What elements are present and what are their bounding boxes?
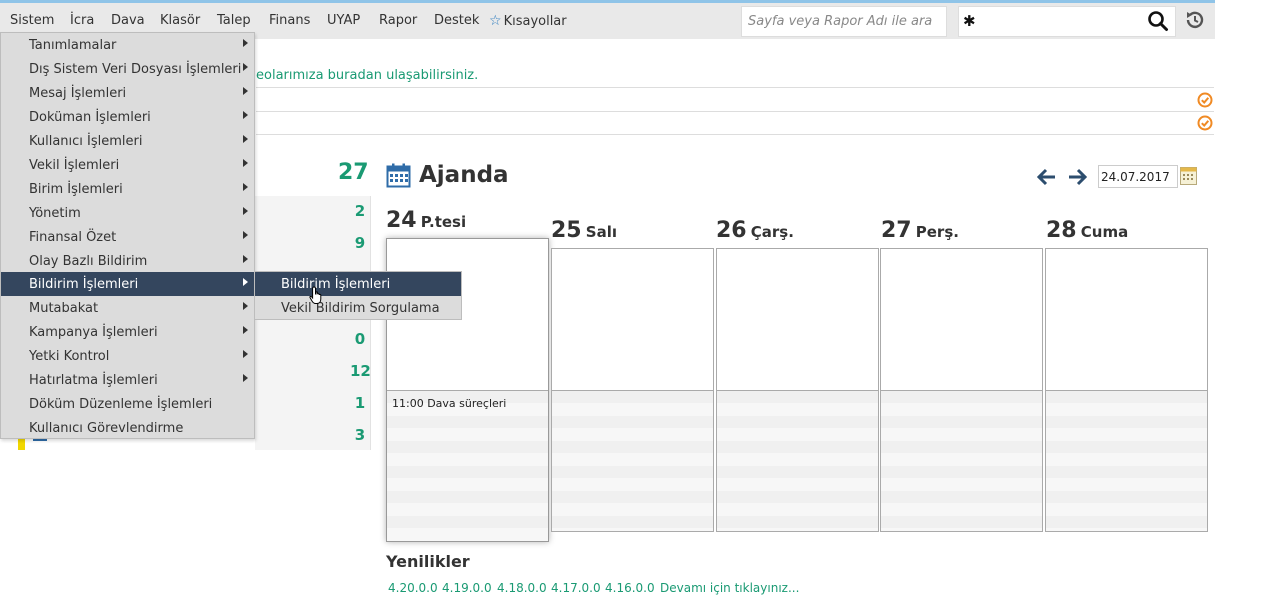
menu-item-olay-bazli[interactable]: Olay Bazlı Bildirim [1,249,254,273]
day-header-tuesday: 25 Salı [551,218,617,243]
agenda-date-input[interactable]: 24.07.2017 [1098,165,1178,188]
menu-item-mutabakat[interactable]: Mutabakat [1,296,254,320]
caret-right-icon [243,87,248,95]
menu-item-gorevlendirme[interactable]: Kullanıcı Görevlendirme [1,416,254,440]
menu-item-mesaj[interactable]: Mesaj İşlemleri [1,81,254,105]
total-count: 27 [338,160,369,185]
arrow-left-icon[interactable] [1036,168,1057,190]
news-title: Yenilikler [386,552,470,571]
sistem-dropdown-menu: Tanımlamalar Dış Sistem Veri Dosyası İşl… [0,32,255,439]
day-column-wednesday[interactable] [716,248,879,532]
divider [256,111,1214,112]
check-circle-icon[interactable] [1197,92,1213,108]
submenu-item-vekil-bildirim[interactable]: Vekil Bildirim Sorgulama [255,296,461,320]
record-search-input[interactable]: ✱ [958,6,1176,37]
menu-kisayollar[interactable]: ☆ Kısayollar [489,13,567,29]
day-column-friday[interactable] [1045,248,1208,532]
task-count[interactable]: 0 [350,330,370,348]
info-link-text[interactable]: eolarımıza buradan ulaşabilirsiniz. [256,68,478,83]
version-link[interactable]: 4.18.0.0 [497,581,547,595]
afternoon-slots[interactable] [552,390,713,531]
caret-right-icon [243,350,248,358]
day-header-thursday: 27 Perş. [881,218,959,243]
menu-item-hatirlatma[interactable]: Hatırlatma İşlemleri [1,368,254,392]
menu-item-dokuman[interactable]: Doküman İşlemleri [1,105,254,129]
menu-dava[interactable]: Dava [111,13,145,28]
arrow-right-icon[interactable] [1067,168,1088,190]
caret-right-icon [243,207,248,215]
divider [256,134,1214,135]
agenda-title: Ajanda [419,162,509,188]
task-count[interactable]: 12 [350,362,371,380]
menu-rapor[interactable]: Rapor [379,13,417,28]
version-link[interactable]: 4.19.0.0 [442,581,492,595]
menu-item-tanimlamalar[interactable]: Tanımlamalar [1,33,254,57]
star-icon: ☆ [489,13,502,29]
menu-uyap[interactable]: UYAP [327,13,360,28]
calendar-icon [386,163,411,192]
menu-item-bildirim[interactable]: Bildirim İşlemleri [1,272,254,296]
menu-icra[interactable]: İcra [70,13,94,28]
afternoon-slots[interactable] [1046,390,1207,531]
caret-right-icon [243,255,248,263]
menu-item-kampanya[interactable]: Kampanya İşlemleri [1,320,254,344]
menu-item-dokum[interactable]: Döküm Düzenleme İşlemleri [1,392,254,416]
page-search-input[interactable]: Sayfa veya Rapor Adı ile ara [741,6,947,37]
agenda-event[interactable]: 11:00 Dava süreçleri [392,397,506,410]
menu-item-finansal-ozet[interactable]: Finansal Özet [1,225,254,249]
task-count[interactable]: 3 [350,426,370,444]
task-count[interactable]: 9 [350,234,370,252]
history-icon[interactable] [1184,9,1206,35]
caret-right-icon [243,374,248,382]
menu-item-yonetim[interactable]: Yönetim [1,201,254,225]
afternoon-slots[interactable] [717,390,878,531]
caret-right-icon [243,302,248,310]
caret-right-icon [243,63,248,71]
caret-right-icon [243,135,248,143]
submenu-item-bildirim[interactable]: Bildirim İşlemleri [255,272,461,296]
menu-item-dis-sistem[interactable]: Dış Sistem Veri Dosyası İşlemleri [1,57,254,81]
menu-item-vekil[interactable]: Vekil İşlemleri [1,153,254,177]
menu-item-kullanici[interactable]: Kullanıcı İşlemleri [1,129,254,153]
caret-right-icon [243,159,248,167]
caret-right-icon [243,326,248,334]
day-header-monday: 24 P.tesi [386,208,467,233]
caret-right-icon [243,231,248,239]
search-placeholder: Sayfa veya Rapor Adı ile ara [748,14,933,29]
menu-item-birim[interactable]: Birim İşlemleri [1,177,254,201]
caret-right-icon [243,183,248,191]
menu-finans[interactable]: Finans [269,13,310,28]
menu-sistem[interactable]: Sistem [10,13,54,28]
more-news-link[interactable]: Devamı için tıklayınız... [660,581,799,595]
afternoon-slots[interactable] [881,390,1042,531]
day-header-friday: 28 Cuma [1046,218,1129,243]
date-picker-icon[interactable] [1180,167,1197,185]
version-link[interactable]: 4.20.0.0 [388,581,438,595]
caret-right-icon [243,278,248,286]
afternoon-slots[interactable]: 11:00 Dava süreçleri [387,390,548,541]
task-count[interactable]: 2 [350,202,370,220]
hand-cursor-icon [309,286,325,310]
caret-right-icon [243,39,248,47]
menu-talep[interactable]: Talep [217,13,251,28]
gear-icon[interactable]: ✱ [963,12,976,30]
version-link[interactable]: 4.17.0.0 [551,581,601,595]
search-icon[interactable] [1147,10,1169,36]
menu-klasor[interactable]: Klasör [160,13,200,28]
day-header-wednesday: 26 Çarş. [716,218,794,243]
caret-right-icon [243,111,248,119]
day-column-tuesday[interactable] [551,248,714,532]
check-circle-icon[interactable] [1197,115,1213,131]
kisayollar-label: Kısayollar [503,13,567,29]
version-link[interactable]: 4.16.0.0 [605,581,655,595]
task-count[interactable]: 1 [350,394,370,412]
bildirim-submenu: Bildirim İşlemleri Vekil Bildirim Sorgul… [254,271,462,320]
menu-item-yetki[interactable]: Yetki Kontrol [1,344,254,368]
day-column-thursday[interactable] [880,248,1043,532]
menu-destek[interactable]: Destek [434,13,479,28]
divider [256,87,1214,88]
